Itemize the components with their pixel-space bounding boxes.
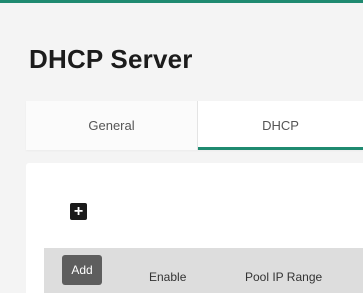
table-header: Add Enable Pool IP Range xyxy=(44,248,363,293)
top-accent-bar xyxy=(0,0,363,3)
plus-square-icon[interactable]: + xyxy=(70,203,87,220)
tab-bar: General DHCP xyxy=(26,101,363,150)
page: DHCP Server General DHCP + Add Enable Po… xyxy=(0,0,363,293)
page-title: DHCP Server xyxy=(29,44,193,74)
column-header-enable[interactable]: Enable xyxy=(149,270,186,284)
dhcp-panel: + Add Enable Pool IP Range xyxy=(26,163,363,293)
tab-general[interactable]: General xyxy=(26,101,198,150)
tab-dhcp[interactable]: DHCP xyxy=(198,101,363,150)
column-header-pool-ip-range[interactable]: Pool IP Range xyxy=(245,270,322,284)
add-button[interactable]: Add xyxy=(62,255,102,285)
tab-dhcp-label: DHCP xyxy=(262,118,299,133)
tab-general-label: General xyxy=(88,118,135,133)
